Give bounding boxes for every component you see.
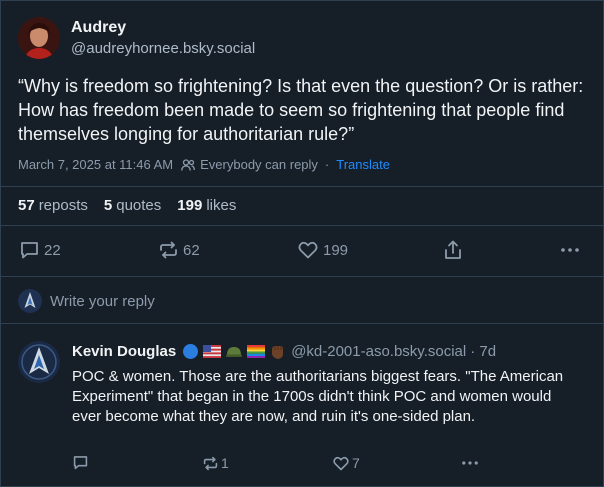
like-count: 199: [323, 241, 349, 259]
reply-author-handle[interactable]: @kd-2001-aso.bsky.social: [291, 343, 466, 360]
post-text: “Why is freedom so frightening? Is that …: [18, 76, 584, 144]
name-emojis: [182, 343, 285, 360]
repost-button[interactable]: 62: [159, 241, 200, 259]
quotes-stat[interactable]: 5 quotes: [104, 197, 161, 214]
heart-icon: [333, 456, 349, 470]
reply-button[interactable]: 22: [20, 241, 61, 259]
author-handle[interactable]: @audreyhornee.bsky.social: [71, 40, 255, 57]
like-button[interactable]: 199: [298, 241, 348, 259]
share-button[interactable]: [444, 240, 467, 260]
author-avatar[interactable]: [18, 17, 60, 59]
ellipsis-icon: [561, 248, 579, 252]
share-icon: [445, 240, 461, 259]
translate-link[interactable]: Translate: [336, 157, 390, 172]
reply-age[interactable]: · 7d: [470, 343, 496, 360]
raised-fist-icon: [272, 346, 284, 359]
reply-reply-button[interactable]: [73, 455, 91, 470]
divider: [0, 186, 604, 187]
reply-setting[interactable]: Everybody can reply: [181, 157, 318, 172]
post-meta: March 7, 2025 at 11:46 AM Everybody can …: [18, 157, 390, 172]
reply-placeholder: Write your reply: [50, 292, 155, 310]
current-user-avatar: [18, 289, 42, 313]
reply-header: Kevin Douglas @kd-2001-aso.bsky.social ·…: [72, 343, 496, 360]
repost-arrows-icon: [203, 456, 218, 470]
reply-setting-label: Everybody can reply: [200, 157, 318, 172]
repost-count: 62: [183, 241, 200, 259]
reply-more-button[interactable]: [462, 461, 481, 465]
more-options-button[interactable]: [561, 248, 584, 252]
people-icon: [181, 158, 196, 171]
reply-repost-button[interactable]: 1: [203, 455, 229, 471]
divider: [0, 276, 604, 277]
reply-like-count: 7: [352, 455, 360, 471]
divider: [0, 225, 604, 226]
post-stats: 57 reposts 5 quotes 199 likes: [18, 197, 236, 214]
reply-author-name[interactable]: Kevin Douglas: [72, 343, 176, 360]
post-timestamp[interactable]: March 7, 2025 at 11:46 AM: [18, 157, 173, 172]
rainbow-flag-icon: [247, 345, 266, 358]
repost-arrows-icon: [160, 241, 177, 259]
reply-like-button[interactable]: 7: [333, 455, 360, 471]
likes-stat[interactable]: 199 likes: [177, 197, 236, 214]
reply-count: 22: [44, 241, 61, 259]
reply-text: POC & women. Those are the authoritarian…: [72, 368, 564, 425]
divider: [0, 323, 604, 324]
us-flag-icon: [203, 345, 222, 358]
reply-author-avatar[interactable]: [18, 341, 60, 383]
reposts-stat[interactable]: 57 reposts: [18, 197, 88, 214]
ellipsis-icon: [462, 461, 478, 465]
author-name[interactable]: Audrey: [71, 19, 126, 37]
reply-repost-count: 1: [221, 455, 229, 471]
speech-bubble-icon: [73, 456, 88, 470]
speech-bubble-icon: [21, 242, 38, 259]
blue-circle-icon: [183, 344, 199, 359]
heart-icon: [298, 241, 318, 259]
reply-composer[interactable]: Write your reply: [18, 289, 155, 313]
meta-separator: ·: [324, 157, 330, 172]
military-helmet-icon: [226, 346, 243, 357]
